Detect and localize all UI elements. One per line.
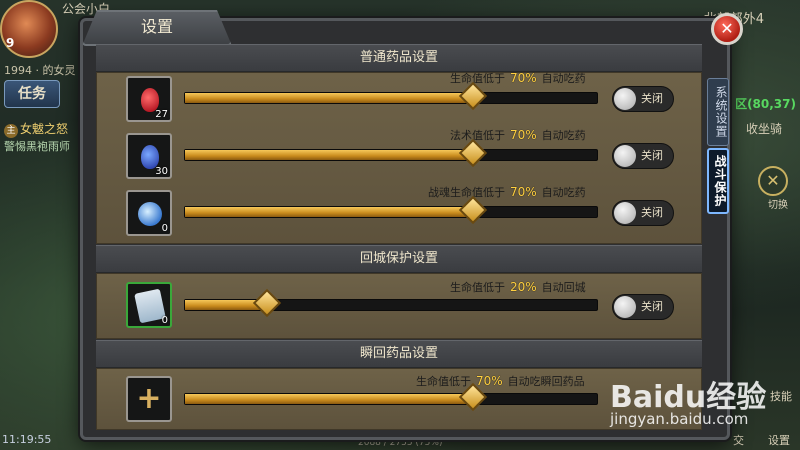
plus-icon: + — [136, 381, 162, 416]
auto-soul-potion-toggle[interactable]: 关闭 — [612, 200, 674, 226]
threshold-slider[interactable] — [184, 81, 598, 111]
threshold-label: 生命值低于 20% 自动回城 — [450, 279, 586, 295]
task-button[interactable]: 任务 — [4, 80, 60, 108]
toggle-knob — [614, 145, 636, 167]
slider-fill — [185, 93, 474, 103]
quest-title-text: 女魃之怒 — [20, 122, 69, 136]
baidu-watermark-url: jingyan.baidu.com — [610, 410, 749, 428]
threshold-suffix: 自动吃瞬回药品 — [507, 375, 585, 388]
dismount-button[interactable]: 收坐骑 — [746, 120, 782, 137]
map-coordinates: 区(80,37) — [735, 97, 796, 111]
threshold-percent: 70% — [476, 374, 503, 388]
skill-button[interactable]: 技能 — [770, 388, 792, 404]
threshold-slider[interactable] — [184, 138, 598, 168]
toggle-knob — [614, 296, 636, 318]
quest-description[interactable]: 警惕黑袍雨师 — [4, 138, 70, 154]
threshold-label: 战魂生命值低于 70% 自动吃药 — [428, 184, 586, 200]
toggle-knob — [614, 202, 636, 224]
threshold-prefix: 战魂生命值低于 — [428, 186, 505, 199]
threshold-suffix: 自动吃药 — [541, 186, 586, 199]
item-slot[interactable]: 30 — [126, 133, 172, 179]
toggle-label: 关闭 — [641, 149, 663, 162]
threshold-suffix: 自动回城 — [541, 281, 586, 294]
slider-fill — [185, 150, 474, 160]
tab-combat-protection[interactable]: 战斗保护 — [707, 148, 729, 214]
item-quantity: 0 — [161, 315, 168, 326]
auto-return-toggle[interactable]: 关闭 — [612, 294, 674, 320]
dialog-title: 设置 — [140, 17, 173, 36]
threshold-suffix: 自动吃药 — [541, 72, 586, 85]
threshold-label: 生命值低于 70% 自动吃瞬回药品 — [416, 373, 585, 389]
section-header-return-protection: 回城保护设置 — [96, 245, 702, 273]
slider-fill — [185, 394, 474, 404]
threshold-percent: 70% — [510, 185, 537, 199]
item-quantity: 0 — [161, 223, 168, 234]
threshold-percent: 70% — [510, 128, 537, 142]
section-header-instant-potions: 瞬回药品设置 — [96, 340, 702, 368]
toggle-label: 关闭 — [641, 92, 663, 105]
item-quantity: 30 — [155, 166, 168, 177]
item-slot[interactable]: 0 — [126, 190, 172, 236]
toggle-knob — [614, 88, 636, 110]
switch-icon[interactable]: ✕ — [758, 166, 788, 196]
auto-potion-toggle[interactable]: 关闭 — [612, 86, 674, 112]
section-header-normal-potions: 普通药品设置 — [96, 44, 702, 72]
threshold-prefix: 法术值低于 — [450, 129, 505, 142]
threshold-prefix: 生命值低于 — [450, 72, 505, 85]
social-button[interactable]: 交 — [733, 432, 744, 448]
dialog-title-plate: 设置 — [82, 10, 232, 46]
threshold-suffix: 自动吃药 — [541, 129, 586, 142]
threshold-percent: 70% — [510, 71, 537, 85]
close-button[interactable]: ✕ — [711, 13, 743, 45]
player-level: 9 — [6, 36, 15, 50]
main-quest-tag: 主 — [4, 124, 18, 138]
toggle-label: 关闭 — [641, 300, 663, 313]
item-quantity: 27 — [155, 109, 168, 120]
switch-label: 切换 — [768, 200, 788, 211]
threshold-slider[interactable] — [184, 288, 598, 318]
toggle-label: 关闭 — [641, 206, 663, 219]
item-slot[interactable]: + — [126, 376, 172, 422]
threshold-slider[interactable] — [184, 382, 598, 412]
slider-fill — [185, 207, 474, 217]
item-slot[interactable]: 0 — [126, 282, 172, 328]
quest-title[interactable]: 主女魃之怒 — [4, 120, 84, 138]
tab-system-settings[interactable]: 系统设置 — [707, 78, 729, 146]
auto-mana-toggle[interactable]: 关闭 — [612, 143, 674, 169]
threshold-prefix: 生命值低于 — [450, 281, 505, 294]
threshold-prefix: 生命值低于 — [416, 375, 471, 388]
settings-button[interactable]: 设置 — [768, 432, 790, 448]
threshold-percent: 20% — [510, 280, 537, 294]
threshold-slider[interactable] — [184, 195, 598, 225]
player-info-line: 1994 · 的女灵 — [4, 64, 76, 77]
soul-orb-icon — [138, 202, 162, 226]
clock: 11:19:55 — [2, 433, 52, 446]
item-slot[interactable]: 27 — [126, 76, 172, 122]
